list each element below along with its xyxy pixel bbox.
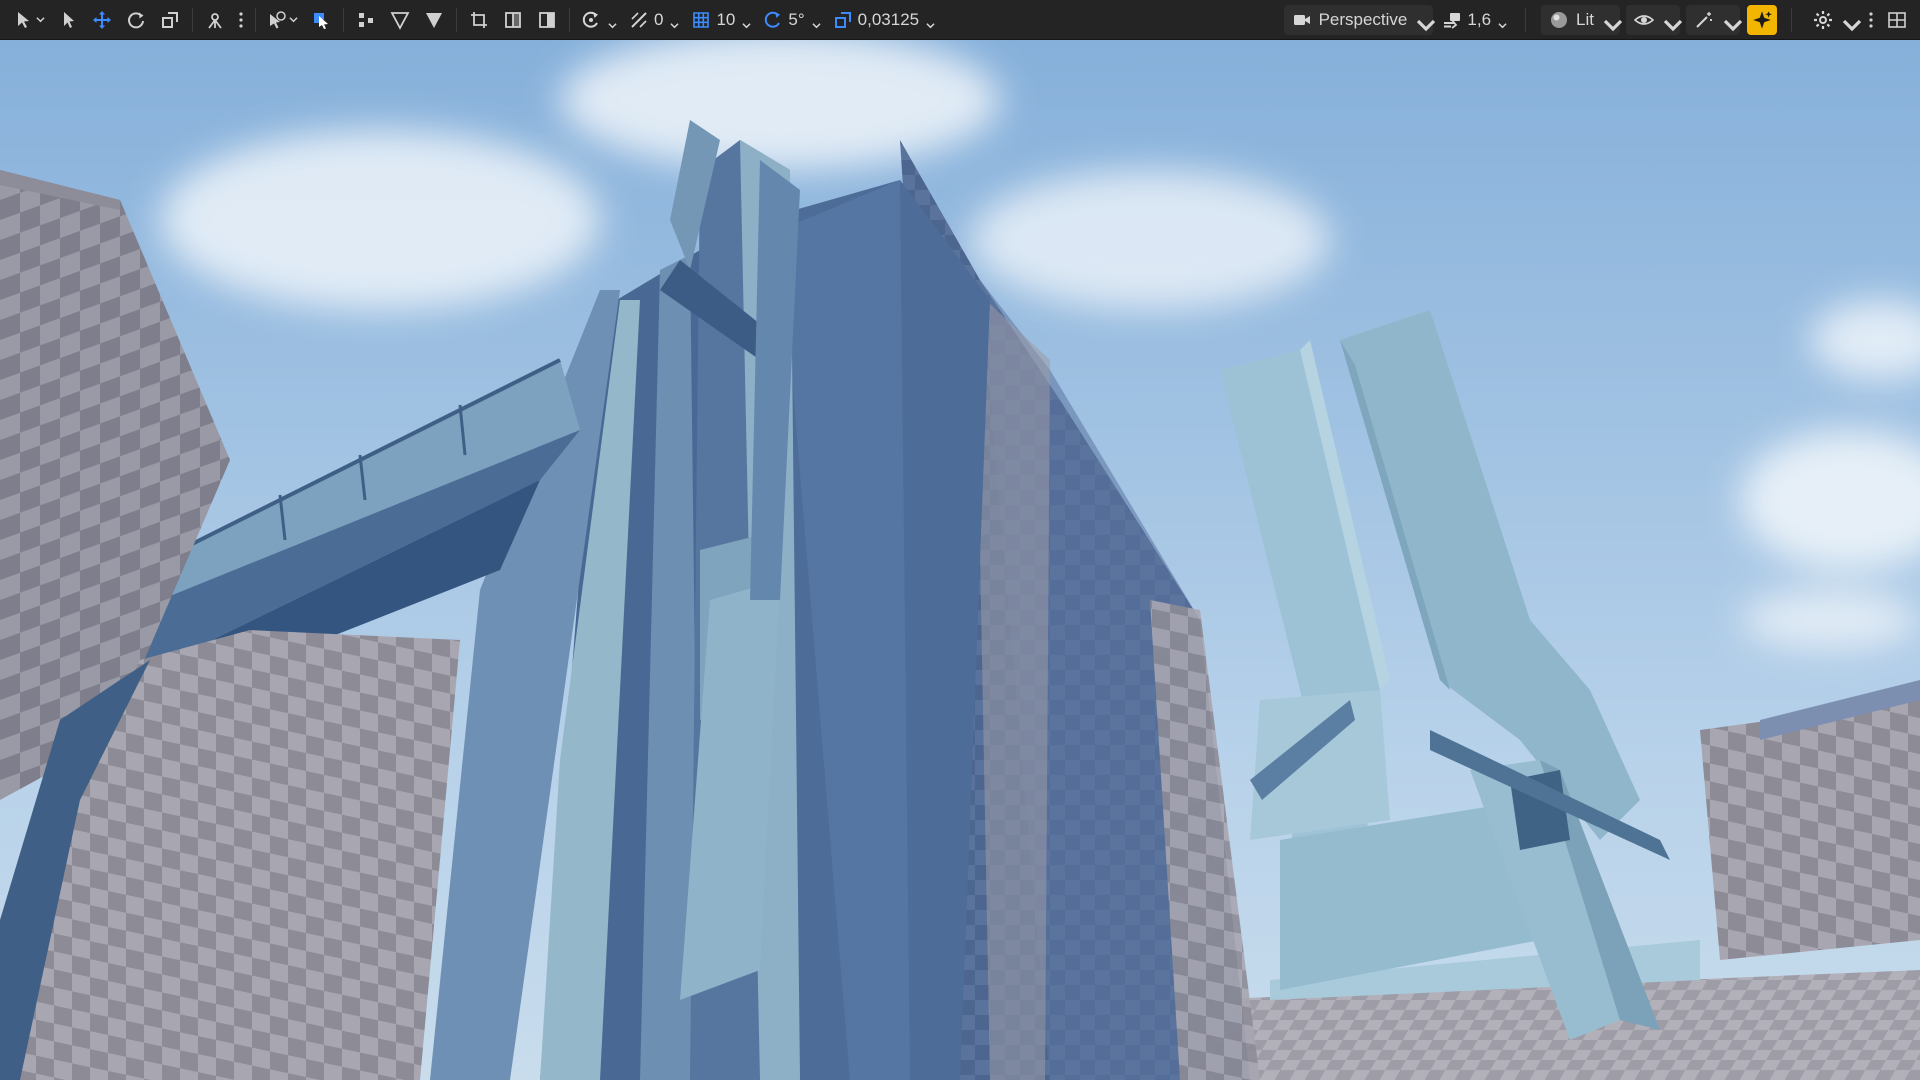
vertical-dots-icon xyxy=(239,11,243,28)
viewport-type-label: Perspective xyxy=(1318,9,1408,29)
viewport-layout-button[interactable] xyxy=(1882,5,1912,35)
axis-gizmo-icon xyxy=(208,12,222,29)
snap-mode-dropdown[interactable] xyxy=(575,5,623,35)
select-edges-button[interactable] xyxy=(385,5,415,35)
separator xyxy=(255,7,256,32)
triangle-outline-icon xyxy=(390,11,410,30)
snap-rotate-icon xyxy=(582,11,598,28)
surface-snap-angle-dropdown[interactable]: 0 xyxy=(623,5,685,35)
vertices-icon xyxy=(359,12,373,27)
camera-speed-value: 1,6 xyxy=(1467,9,1492,29)
realtime-toggle-button[interactable] xyxy=(1747,4,1777,35)
show-flags-dropdown[interactable] xyxy=(1626,4,1683,35)
gear-icon xyxy=(1814,10,1832,29)
bounds-button[interactable] xyxy=(464,5,494,35)
cursor-arrow-icon xyxy=(64,11,74,28)
view-mode-dropdown[interactable]: Lit xyxy=(1541,4,1623,35)
half-square-icon xyxy=(539,11,555,28)
surface-snapping-button[interactable] xyxy=(306,5,336,35)
separator xyxy=(1791,7,1792,32)
translate-tool-button[interactable] xyxy=(87,5,117,35)
chevron-down-icon xyxy=(1663,15,1683,32)
performance-dropdown[interactable] xyxy=(1686,4,1743,35)
rotate-icon xyxy=(128,11,144,28)
cursor-arrow-icon xyxy=(18,11,29,28)
grid-size-value: 10 xyxy=(716,9,736,29)
chevron-down-icon xyxy=(1603,15,1623,32)
eye-icon xyxy=(1634,14,1654,25)
split-panel-icon xyxy=(505,11,521,28)
select-faces-button[interactable] xyxy=(419,5,449,35)
triangle-filled-icon xyxy=(426,12,442,28)
separator xyxy=(1525,7,1527,32)
magic-wand-icon xyxy=(1696,11,1712,28)
3d-viewport[interactable] xyxy=(0,40,1920,1080)
chevron-down-icon xyxy=(670,15,680,29)
rotation-snap-value: 5° xyxy=(788,9,805,29)
crop-icon xyxy=(471,11,487,28)
transform-space-button[interactable] xyxy=(200,5,230,35)
coordinate-system-button[interactable] xyxy=(263,5,302,35)
chevron-down-icon xyxy=(289,15,298,24)
select-vertices-button[interactable] xyxy=(351,5,381,35)
scale-tool-button[interactable] xyxy=(155,5,185,35)
settings-dropdown[interactable] xyxy=(1805,5,1862,35)
separator xyxy=(343,7,344,32)
grid-icon xyxy=(693,11,710,28)
chevron-down-icon xyxy=(1723,15,1743,32)
chevron-down-icon xyxy=(742,15,751,29)
rotation-snap-icon xyxy=(765,11,781,28)
separator xyxy=(569,7,570,32)
scale-icon xyxy=(162,11,178,28)
move-arrows-icon xyxy=(93,10,111,29)
chevron-down-icon xyxy=(1498,15,1507,29)
scale-snap-value: 0,03125 xyxy=(857,9,920,29)
separator xyxy=(456,7,457,32)
view-mode-label: Lit xyxy=(1576,9,1594,29)
sphere-icon xyxy=(1551,11,1568,28)
camera-speed-icon xyxy=(1444,12,1461,29)
chevron-down-icon xyxy=(608,15,617,29)
vertical-dots-icon xyxy=(1869,11,1873,28)
half-fill-button[interactable] xyxy=(532,5,562,35)
globe-cursor-icon xyxy=(270,10,286,28)
grid-snap-dropdown[interactable]: 10 xyxy=(685,5,757,35)
chevron-down-icon xyxy=(926,15,935,29)
selection-mode-button[interactable] xyxy=(10,5,49,35)
grid-layout-icon xyxy=(1888,11,1906,28)
transform-options-button[interactable] xyxy=(234,5,248,35)
viewport-type-dropdown[interactable]: Perspective xyxy=(1283,4,1436,35)
rotation-snap-dropdown[interactable]: 5° xyxy=(757,5,826,35)
chevron-down-icon xyxy=(1842,15,1862,32)
sparkle-icon xyxy=(1753,10,1772,29)
split-view-button[interactable] xyxy=(498,5,528,35)
snap-angle-value: 0 xyxy=(654,9,664,29)
viewport-toolbar: 0 10 5° 0,03125 Perspective 1,6 Lit xyxy=(0,0,1920,40)
scale-snap-dropdown[interactable]: 0,03125 xyxy=(827,5,941,35)
snap-cursor-icon xyxy=(314,12,328,29)
scene-render xyxy=(0,40,1920,1080)
chevron-down-icon xyxy=(1416,15,1436,32)
chevron-down-icon xyxy=(812,15,821,29)
angle-snap-icon xyxy=(631,11,647,28)
camera-speed-dropdown[interactable]: 1,6 xyxy=(1436,5,1513,35)
more-options-button[interactable] xyxy=(1864,5,1878,35)
scale-snap-icon xyxy=(834,11,851,28)
right-gray-block xyxy=(1700,700,1920,960)
chevron-down-icon xyxy=(36,15,45,24)
select-tool-button[interactable] xyxy=(53,5,83,35)
separator xyxy=(192,7,193,32)
video-camera-icon xyxy=(1293,14,1310,25)
rotate-tool-button[interactable] xyxy=(121,5,151,35)
